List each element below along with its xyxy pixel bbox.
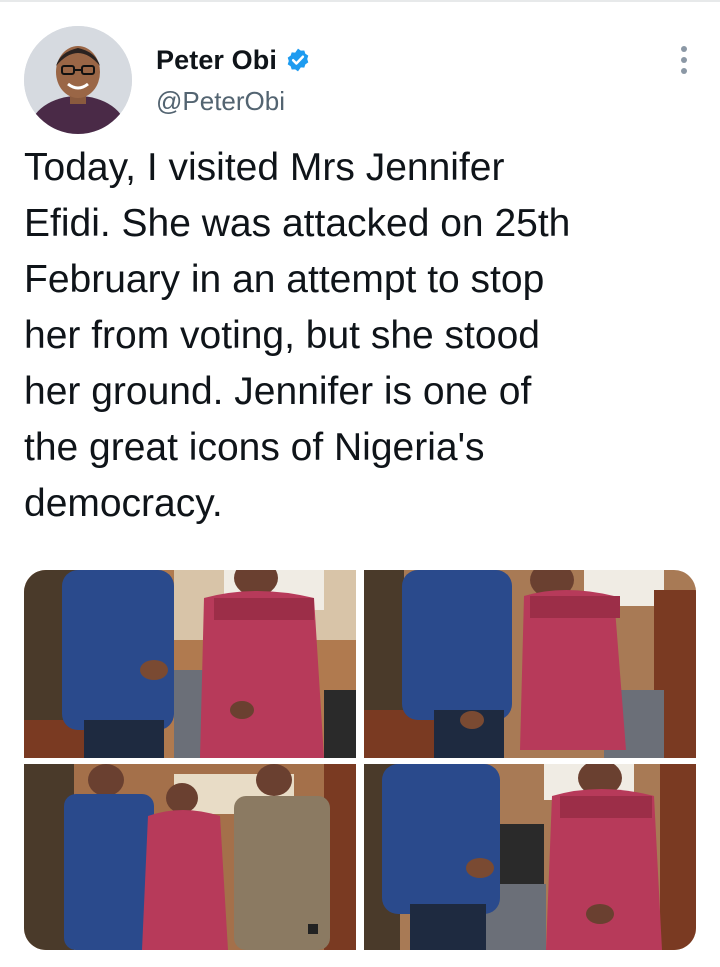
author-display-name[interactable]: Peter Obi: [156, 45, 277, 76]
tweet-text: Today, I visited Mrs Jennifer Efidi. She…: [24, 146, 571, 525]
photo-4[interactable]: [364, 764, 696, 950]
more-options-icon[interactable]: [672, 40, 696, 80]
author-name-row: Peter Obi: [156, 42, 311, 78]
author-handle[interactable]: @PeterObi: [156, 86, 285, 117]
photo-2[interactable]: [364, 570, 696, 758]
top-divider: [0, 0, 720, 2]
verified-badge-icon: [285, 47, 311, 73]
photo-1[interactable]: [24, 570, 356, 758]
photo-3[interactable]: [24, 764, 356, 950]
tweet-header: Peter Obi @PeterObi: [24, 26, 696, 136]
media-grid: [24, 570, 696, 950]
avatar[interactable]: [24, 26, 132, 134]
avatar-photo: [24, 26, 132, 134]
